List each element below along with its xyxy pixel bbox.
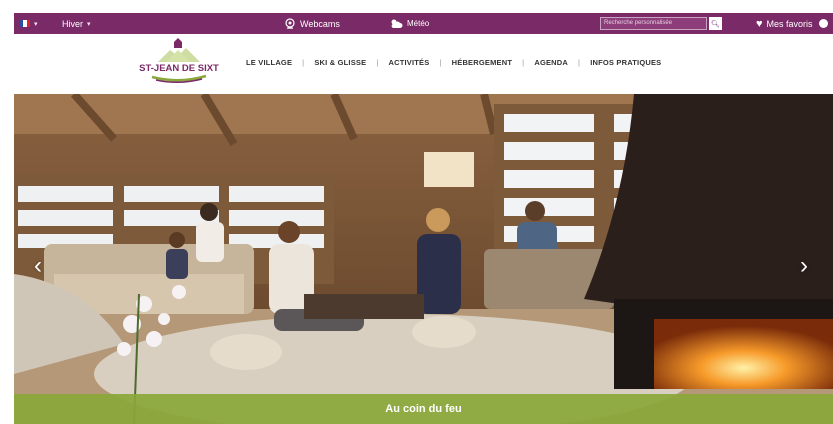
- nav-separator: |: [578, 58, 581, 67]
- language-selector[interactable]: ▾: [20, 13, 38, 34]
- heart-icon: ♥: [756, 17, 763, 30]
- weather-label: Météo: [407, 19, 430, 28]
- nav-separator: |: [522, 58, 525, 67]
- slide-caption-text: Au coin du feu: [385, 403, 462, 415]
- france-flag-icon: [20, 20, 30, 27]
- main-nav: LE VILLAGE | SKI & GLISSE | ACTIVITÉS | …: [246, 58, 661, 67]
- next-slide-arrow-icon[interactable]: ›: [800, 254, 808, 278]
- nav-separator: |: [439, 58, 442, 67]
- nav-item-infos[interactable]: INFOS PRATIQUES: [590, 58, 661, 67]
- webcams-link[interactable]: Webcams: [284, 13, 340, 34]
- webcam-icon: [285, 18, 295, 29]
- webcams-label: Webcams: [300, 18, 340, 29]
- nav-separator: |: [376, 58, 379, 67]
- logo[interactable]: ST-JEAN DE SIXT: [138, 38, 220, 86]
- hero-slider: ‹ › Au coin du feu: [14, 94, 833, 424]
- season-selector[interactable]: Hiver ▾: [62, 13, 91, 34]
- nav-item-ski[interactable]: SKI & GLISSE: [314, 58, 366, 67]
- weather-icon: [391, 19, 403, 28]
- nav-item-village[interactable]: LE VILLAGE: [246, 58, 292, 67]
- chevron-down-icon: ▾: [87, 20, 91, 28]
- search-icon: 🔍︎: [711, 20, 720, 28]
- hero-image: [14, 94, 833, 424]
- favorites-link[interactable]: ♥ Mes favoris: [756, 13, 828, 34]
- chevron-down-icon: ▾: [34, 20, 38, 28]
- favorites-count-icon: [818, 19, 828, 28]
- weather-link[interactable]: Météo: [389, 13, 429, 34]
- nav-item-activites[interactable]: ACTIVITÉS: [388, 58, 429, 67]
- search-input[interactable]: Recherche personnalisée: [600, 17, 707, 30]
- logo-text: ST-JEAN DE SIXT: [139, 63, 219, 74]
- top-bar: ▾ Hiver ▾ Webcams Météo Recherche person…: [14, 13, 833, 34]
- favorites-label: Mes favoris: [766, 18, 813, 29]
- logo-image: ST-JEAN DE SIXT: [139, 38, 219, 83]
- nav-item-agenda[interactable]: AGENDA: [534, 58, 568, 67]
- prev-slide-arrow-icon[interactable]: ‹: [34, 254, 42, 278]
- nav-separator: |: [302, 58, 305, 67]
- slide-caption: Au coin du feu: [14, 394, 833, 424]
- search-button[interactable]: 🔍︎: [709, 17, 722, 30]
- nav-item-hebergement[interactable]: HÉBERGEMENT: [452, 58, 513, 67]
- season-label: Hiver: [62, 18, 84, 29]
